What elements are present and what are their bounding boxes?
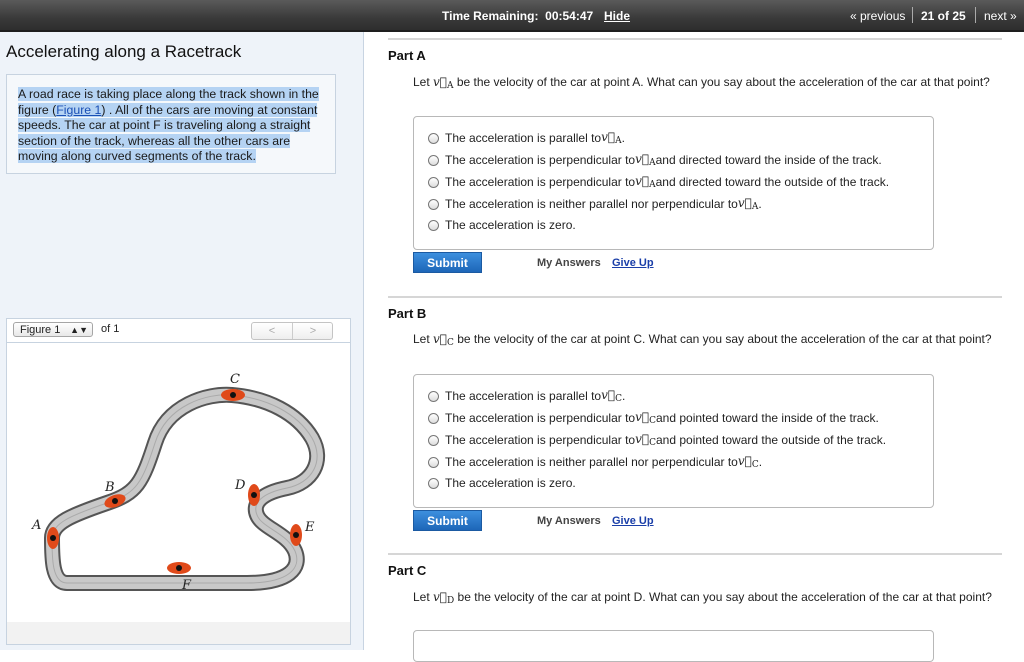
my-answers-link[interactable]: My Answers [537,257,601,269]
car-c [221,389,245,401]
part-b-choices: The acceleration is parallel to v⃗C. The… [413,374,934,508]
track-surface [46,388,323,589]
figure-nav: < > [251,322,333,340]
label-b: B [104,480,115,495]
racetrack-figure: A B C D E F [6,342,351,624]
radio-button[interactable] [428,477,439,489]
radio-button[interactable] [428,434,439,446]
figure-count: of 1 [101,323,120,335]
give-up-link[interactable]: Give Up [612,515,654,527]
car-f [167,562,191,574]
choice: The acceleration is parallel to v⃗C. [428,388,625,404]
divider [388,553,1002,555]
figure-footer [6,622,351,645]
part-c-question: Let v⃗D be the velocity of the car at po… [413,590,992,606]
figure-selector[interactable]: Figure 1 ▲▼ [13,322,93,337]
timer-value: 00:54:47 [545,9,594,23]
divider [912,7,913,23]
choice: The acceleration is perpendicular to v⃗C… [428,432,886,448]
label-a: A [31,518,41,533]
problem-intro: A road race is taking place along the tr… [6,74,336,174]
radio-button[interactable] [428,219,439,231]
part-b-question: Let v⃗C be the velocity of the car at po… [413,332,992,348]
figure-toolbar: Figure 1 ▲▼ of 1 < > [6,318,351,343]
choice: The acceleration is parallel to v⃗A. [428,130,625,146]
choice: The acceleration is perpendicular to v⃗C… [428,410,879,426]
radio-button[interactable] [428,176,439,188]
give-up-link[interactable]: Give Up [612,257,654,269]
part-a-choices: The acceleration is parallel to v⃗A. The… [413,116,934,250]
top-bar: Time Remaining: 00:54:47 Hide « previous… [0,0,1024,32]
part-c-title: Part C [388,563,427,578]
divider [388,296,1002,298]
problem-title: Accelerating along a Racetrack [6,42,242,61]
part-b-title: Part B [388,306,427,321]
time-remaining: Time Remaining: 00:54:47 [442,9,594,23]
hide-timer-link[interactable]: Hide [604,9,630,23]
radio-button[interactable] [428,390,439,402]
part-a-question: Let v⃗A be the velocity of the car at po… [413,75,990,91]
label-c: C [230,372,240,387]
part-b-submit-button[interactable]: Submit [413,510,482,531]
radio-button[interactable] [428,198,439,210]
intro-text: A road race is taking place along the tr… [18,87,319,163]
radio-button[interactable] [428,154,439,166]
label-f: F [181,578,192,593]
choice: The acceleration is zero. [428,476,576,490]
label-d: D [234,478,246,493]
car-e [290,524,302,546]
radio-button[interactable] [428,456,439,468]
divider [388,38,1002,40]
racetrack-diagram: A B C D E F [31,372,325,593]
part-c-choices [413,630,934,662]
car-a [47,527,59,549]
radio-button[interactable] [428,132,439,144]
updown-icon: ▲▼ [70,325,88,335]
previous-link[interactable]: « previous [850,9,905,23]
my-answers-link[interactable]: My Answers [537,515,601,527]
choice: The acceleration is neither parallel nor… [428,196,762,212]
part-a-title: Part A [388,48,426,63]
part-a-submit-button[interactable]: Submit [413,252,482,273]
next-link[interactable]: next » [984,9,1017,23]
question-count: 21 of 25 [921,9,966,23]
divider [975,7,976,23]
choice: The acceleration is neither parallel nor… [428,454,762,470]
figure-next-button[interactable]: > [293,323,333,339]
choice: The acceleration is perpendicular to v⃗A… [428,152,882,168]
choice: The acceleration is perpendicular to v⃗A… [428,174,889,190]
radio-button[interactable] [428,412,439,424]
figure-link[interactable]: Figure 1 [56,103,101,117]
label-e: E [304,520,315,535]
choice: The acceleration is zero. [428,218,576,232]
problem-pane: Accelerating along a Racetrack A road ra… [0,32,364,650]
figure-prev-button[interactable]: < [252,323,292,339]
car-d [248,484,260,506]
